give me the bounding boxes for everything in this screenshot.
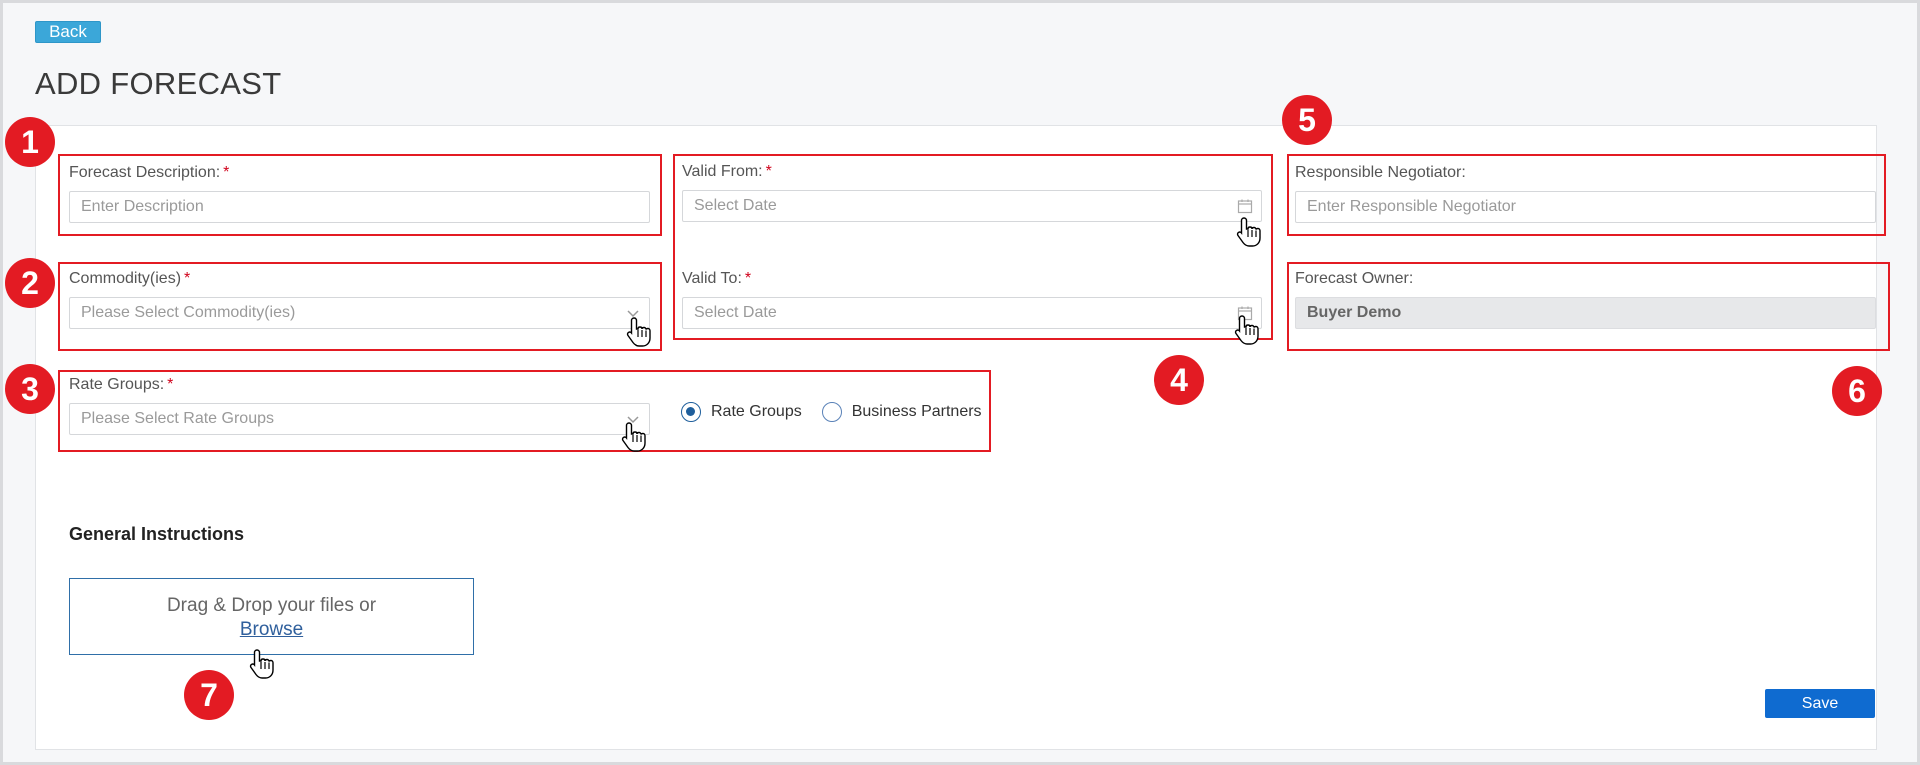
radio-rate-groups-label: Rate Groups bbox=[711, 403, 802, 420]
commodities-label: Commodity(ies) * bbox=[69, 270, 190, 288]
radio-business-partners-label: Business Partners bbox=[851, 403, 982, 420]
radio-business-partners[interactable]: Business Partners bbox=[821, 402, 982, 422]
chevron-down-icon bbox=[627, 310, 639, 318]
annotation-badge-5: 5 bbox=[1282, 95, 1332, 145]
annotation-badge-2: 2 bbox=[5, 258, 55, 308]
valid-to-date-input[interactable]: Select Date bbox=[682, 297, 1262, 329]
required-mark: * bbox=[167, 376, 174, 393]
rate-groups-select[interactable]: Please Select Rate Groups bbox=[69, 403, 650, 435]
radio-checked-icon[interactable] bbox=[681, 402, 701, 422]
negotiator-placeholder: Enter Responsible Negotiator bbox=[1307, 198, 1517, 215]
required-mark: * bbox=[744, 270, 752, 287]
valid-from-label-text: Valid From: bbox=[682, 163, 763, 180]
description-input[interactable]: Enter Description bbox=[69, 191, 650, 223]
valid-from-label: Valid From: * bbox=[682, 163, 772, 181]
selection-mode-radio-group: Rate Groups Business Partners bbox=[681, 400, 1002, 424]
rate-groups-label: Rate Groups: * bbox=[69, 376, 173, 394]
valid-to-label: Valid To: * bbox=[682, 270, 751, 288]
valid-from-placeholder: Select Date bbox=[694, 197, 777, 214]
back-button[interactable]: Back bbox=[35, 21, 101, 43]
valid-to-placeholder: Select Date bbox=[694, 304, 777, 321]
rate-groups-placeholder: Please Select Rate Groups bbox=[81, 410, 274, 427]
annotation-badge-1: 1 bbox=[5, 117, 55, 167]
owner-readonly-field: Buyer Demo bbox=[1295, 297, 1876, 329]
commodities-label-text: Commodity(ies) bbox=[69, 270, 182, 287]
description-placeholder: Enter Description bbox=[81, 198, 204, 215]
owner-value: Buyer Demo bbox=[1307, 304, 1402, 321]
commodities-select[interactable]: Please Select Commodity(ies) bbox=[69, 297, 650, 329]
negotiator-label: Responsible Negotiator: bbox=[1295, 164, 1466, 181]
annotation-badge-7: 7 bbox=[184, 670, 234, 720]
required-mark: * bbox=[765, 163, 772, 180]
file-dropzone[interactable]: Drag & Drop your files or Browse bbox=[69, 578, 474, 655]
save-button[interactable]: Save bbox=[1765, 689, 1875, 718]
valid-to-label-text: Valid To: bbox=[682, 270, 742, 287]
negotiator-input[interactable]: Enter Responsible Negotiator bbox=[1295, 191, 1876, 223]
chevron-down-icon bbox=[627, 416, 639, 424]
calendar-icon[interactable] bbox=[1237, 198, 1253, 214]
description-label: Forecast Description: * bbox=[69, 164, 229, 182]
annotation-badge-4: 4 bbox=[1154, 355, 1204, 405]
radio-rate-groups[interactable]: Rate Groups bbox=[681, 402, 802, 422]
page-title: ADD FORECAST bbox=[35, 66, 282, 101]
general-instructions-heading: General Instructions bbox=[69, 524, 245, 544]
valid-from-date-input[interactable]: Select Date bbox=[682, 190, 1262, 222]
required-mark: * bbox=[223, 164, 230, 181]
annotation-badge-3: 3 bbox=[5, 364, 55, 414]
calendar-icon[interactable] bbox=[1237, 305, 1253, 321]
rate-groups-label-text: Rate Groups: bbox=[69, 376, 165, 393]
owner-label: Forecast Owner: bbox=[1295, 270, 1414, 287]
required-mark: * bbox=[184, 270, 191, 287]
description-label-text: Forecast Description: bbox=[69, 164, 221, 181]
radio-unchecked-icon[interactable] bbox=[821, 402, 842, 422]
browse-link[interactable]: Browse bbox=[240, 618, 303, 642]
annotation-badge-6: 6 bbox=[1832, 366, 1882, 416]
commodities-placeholder: Please Select Commodity(ies) bbox=[81, 304, 296, 321]
dropzone-text: Drag & Drop your files or bbox=[166, 595, 377, 616]
